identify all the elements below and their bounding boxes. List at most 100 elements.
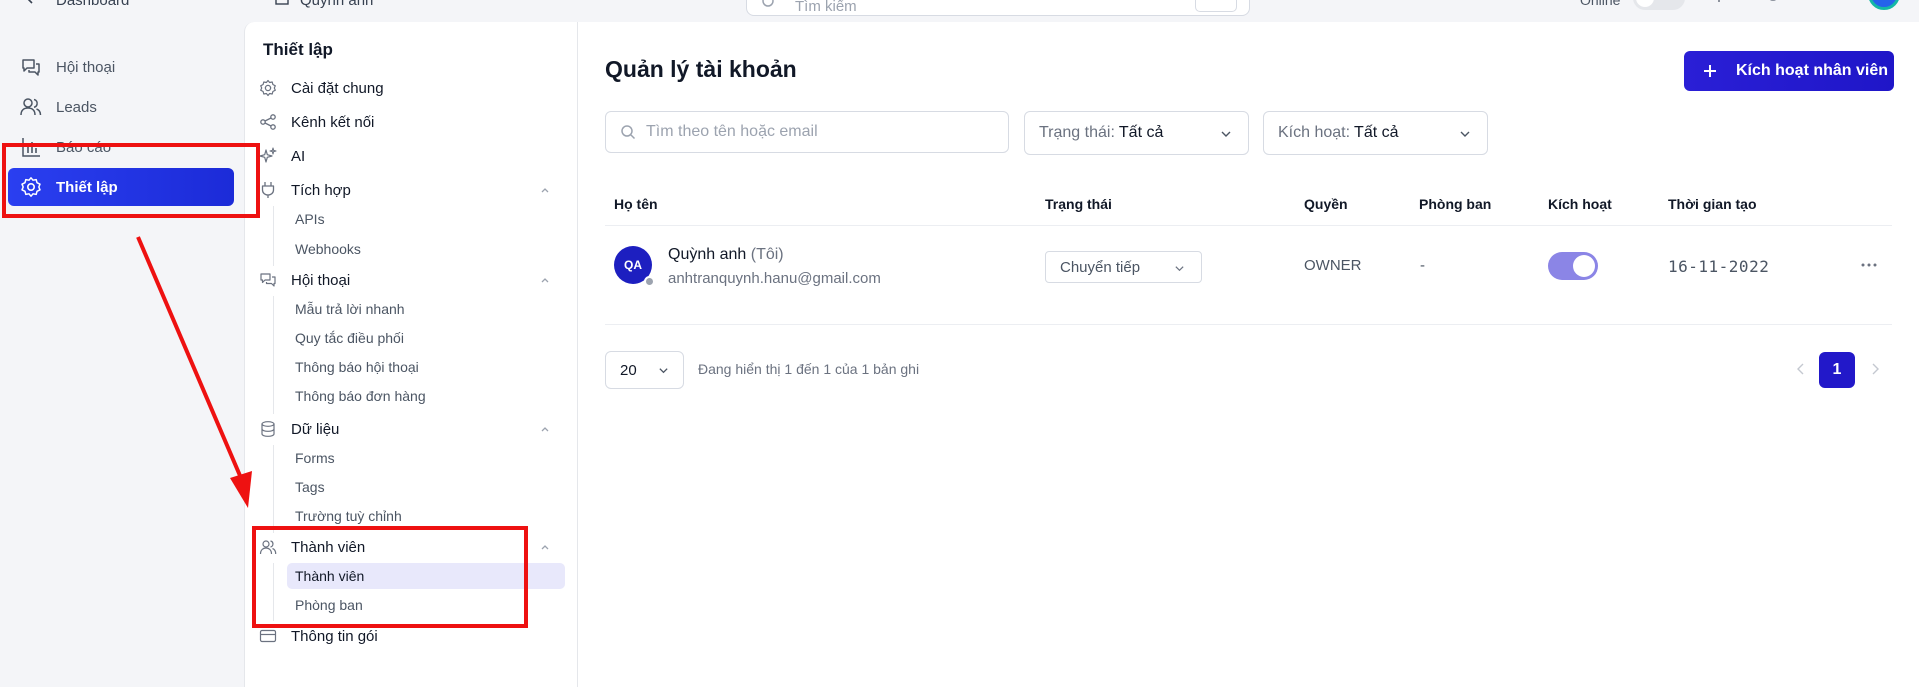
chevron-up-icon[interactable] (539, 423, 551, 435)
member-name-text: Quỳnh anh (668, 246, 747, 263)
settings-title: Thiết lập (263, 40, 333, 59)
workspace-label[interactable]: Quỳnh anh (300, 0, 373, 9)
settings-subitem-forms[interactable]: Forms (287, 445, 565, 471)
search-icon (762, 0, 774, 7)
settings-item-conversations[interactable]: Hội thoại (259, 266, 565, 294)
status-filter[interactable]: Trạng thái: Tất cả (1024, 111, 1249, 155)
settings-subitem-routing-rules[interactable]: Quy tắc điều phối (287, 325, 565, 351)
main-nav: Hội thoại Leads Báo cáo Thiết lập (0, 22, 244, 687)
member-role: OWNER (1304, 257, 1362, 274)
column-header-created: Thời gian tạo (1668, 196, 1757, 212)
column-header-status: Trạng thái (1045, 196, 1112, 212)
activation-filter-value: Tất cả (1354, 124, 1399, 141)
activation-filter-key: Kích hoạt: (1278, 124, 1351, 141)
member-department: - (1420, 257, 1425, 274)
status-filter-value: Tất cả (1118, 124, 1164, 141)
row-divider (605, 225, 1892, 226)
global-search[interactable]: Tìm kiếm (746, 0, 1250, 16)
settings-subitem-tags[interactable]: Tags (287, 474, 565, 500)
settings-item-label: Thông tin gói (291, 627, 378, 645)
settings-item-label: Cài đặt chung (291, 79, 384, 97)
settings-subitem-conversation-notifications[interactable]: Thông báo hội thoại (287, 354, 565, 380)
chevron-up-icon[interactable] (539, 541, 551, 553)
annotation-box-settings (2, 143, 260, 218)
plug-icon (261, 182, 275, 198)
page-size-select[interactable]: 20 (605, 351, 684, 389)
member-active-toggle[interactable] (1548, 252, 1598, 280)
annotation-box-members (252, 526, 528, 628)
member-status-dropdown[interactable]: Chuyển tiếp (1045, 251, 1202, 283)
chevron-down-icon (1175, 266, 1184, 272)
nav-item-conversations[interactable]: Hội thoại (8, 48, 234, 86)
settings-item-integrations[interactable]: Tích hợp (259, 176, 565, 204)
users-icon (20, 98, 42, 116)
page-button-current[interactable]: 1 (1819, 352, 1855, 388)
column-header-name: Họ tên (614, 196, 658, 212)
top-bar: Dashboard Quỳnh anh Tìm kiếm Online (0, 0, 1919, 22)
member-name: Quỳnh anh (Tôi) (668, 246, 784, 264)
settings-item-data[interactable]: Dữ liệu (259, 415, 565, 443)
page-title: Quản lý tài khoản (605, 56, 797, 82)
back-arrow-icon[interactable] (22, 0, 38, 6)
chevron-right-icon[interactable] (1868, 362, 1882, 376)
help-icon[interactable] (1764, 0, 1782, 8)
settings-item-general[interactable]: Cài đặt chung (259, 74, 565, 102)
settings-item-label: Hội thoại (291, 271, 351, 289)
settings-subitem-webhooks[interactable]: Webhooks (287, 236, 565, 262)
search-icon (621, 125, 636, 140)
lightbulb-icon[interactable] (1710, 0, 1728, 8)
bell-icon[interactable] (1818, 0, 1836, 8)
page-size-value: 20 (620, 361, 637, 379)
pagination-summary: Đang hiển thị 1 đến 1 của 1 bản ghi (698, 361, 920, 377)
online-toggle[interactable] (1633, 0, 1685, 10)
calendar-icon (275, 0, 289, 5)
settings-subitem-order-notifications[interactable]: Thông báo đơn hàng (287, 383, 565, 409)
column-header-active: Kích hoạt (1548, 196, 1612, 212)
column-header-role: Quyền (1304, 196, 1348, 212)
online-label: Online (1580, 0, 1621, 8)
row-divider (605, 324, 1892, 325)
chevron-up-icon[interactable] (539, 274, 551, 286)
tree-line (273, 296, 274, 414)
more-options-icon[interactable] (1859, 255, 1879, 275)
member-created-date: 16-11-2022 (1668, 257, 1770, 276)
settings-subitem-quick-replies[interactable]: Mẫu trả lời nhanh (287, 296, 565, 322)
share-icon (260, 114, 276, 130)
activate-staff-button[interactable]: Kích hoạt nhân viên (1684, 51, 1894, 91)
activate-staff-button-label: Kích hoạt nhân viên (1736, 62, 1889, 79)
nav-item-label: Hội thoại (56, 58, 116, 76)
database-icon (261, 421, 275, 437)
settings-item-ai[interactable]: AI (259, 142, 565, 170)
credit-card-icon (259, 629, 277, 643)
member-search-input[interactable] (646, 123, 1006, 141)
member-email: anhtranquynh.hanu@gmail.com (668, 270, 881, 287)
member-status-value: Chuyển tiếp (1060, 258, 1141, 276)
chevron-up-icon[interactable] (539, 184, 551, 196)
status-filter-key: Trạng thái: (1039, 124, 1115, 141)
settings-item-channels[interactable]: Kênh kết nối (259, 108, 565, 136)
settings-subitem-apis[interactable]: APIs (287, 206, 565, 232)
shortcut-hint (1195, 0, 1237, 12)
settings-item-label: Dữ liệu (291, 420, 340, 438)
settings-item-label: AI (291, 147, 306, 165)
tree-line (273, 206, 274, 266)
sparkle-icon (259, 147, 277, 163)
column-header-department: Phòng ban (1419, 196, 1492, 212)
chat-icon (260, 273, 276, 287)
user-avatar[interactable] (1868, 0, 1900, 10)
presence-dot (644, 276, 655, 287)
chevron-left-icon[interactable] (1794, 362, 1808, 376)
account-management: Quản lý tài khoản Kích hoạt nhân viên Tr… (578, 22, 1919, 687)
member-me-tag: (Tôi) (750, 246, 784, 263)
settings-item-label: Kênh kết nối (291, 113, 375, 131)
nav-item-leads[interactable]: Leads (8, 88, 234, 126)
chevron-down-icon (659, 368, 668, 374)
gear-icon (260, 79, 276, 97)
back-label[interactable]: Dashboard (56, 0, 129, 9)
activation-filter[interactable]: Kích hoạt: Tất cả (1263, 111, 1488, 155)
member-search[interactable] (605, 111, 1009, 153)
settings-item-label: Tích hợp (291, 181, 351, 199)
chevron-down-icon (1460, 131, 1470, 137)
global-search-placeholder: Tìm kiếm (795, 0, 857, 15)
nav-item-label: Leads (56, 98, 97, 116)
